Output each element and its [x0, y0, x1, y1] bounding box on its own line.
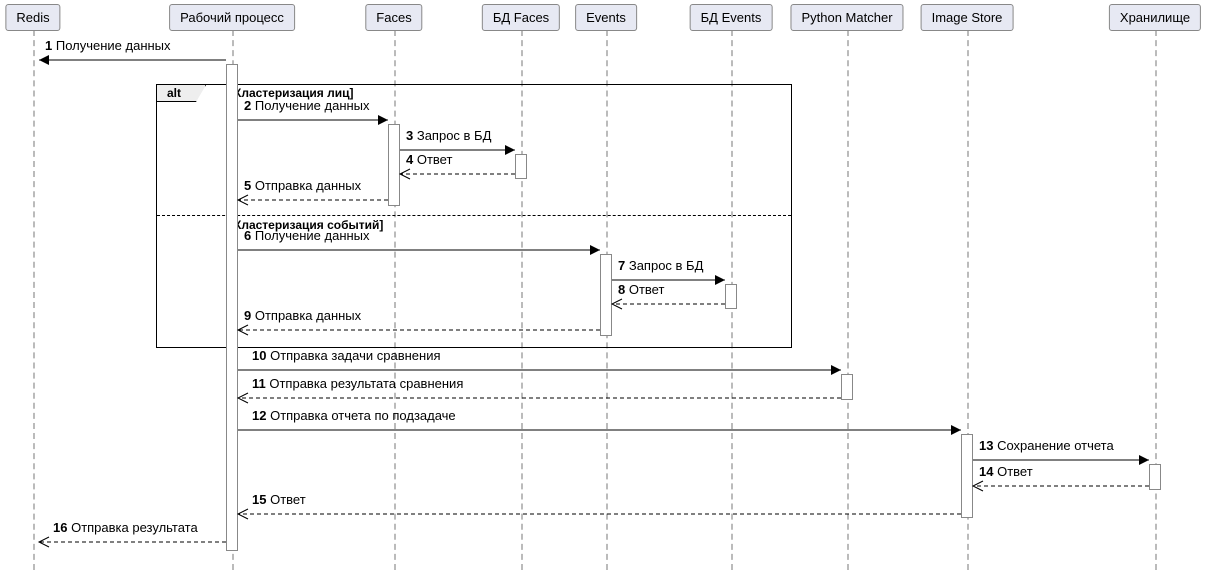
activation-dbevents [725, 284, 737, 309]
message-9: 9 Отправка данных [238, 324, 600, 340]
message-12: 12 Отправка отчета по подзадаче [238, 424, 961, 440]
participant-redis: Redis [5, 4, 60, 31]
message-label: 9 Отправка данных [244, 308, 361, 323]
message-4: 4 Ответ [400, 168, 515, 184]
message-label: 7 Запрос в БД [618, 258, 703, 273]
message-label: 10 Отправка задачи сравнения [252, 348, 441, 363]
message-text: Ответ [993, 464, 1032, 479]
activation-dbfaces [515, 154, 527, 179]
message-label: 1 Получение данных [45, 38, 171, 53]
participant-label: Faces [376, 10, 411, 25]
participant-worker: Рабочий процесс [169, 4, 295, 31]
message-text: Ответ [413, 152, 452, 167]
participant-label: Image Store [932, 10, 1003, 25]
message-6: 6 Получение данных [238, 244, 600, 260]
message-5: 5 Отправка данных [238, 194, 388, 210]
activation-imgstore [961, 434, 973, 518]
message-text: Запрос в БД [413, 128, 491, 143]
message-label: 16 Отправка результата [53, 520, 198, 535]
participant-label: БД Faces [493, 10, 549, 25]
message-text: Отправка данных [251, 178, 361, 193]
participant-label: БД Events [701, 10, 762, 25]
message-text: Отправка отчета по подзадаче [266, 408, 455, 423]
activation-events [600, 254, 612, 336]
activation-worker [226, 64, 238, 551]
message-number: 16 [53, 520, 67, 535]
message-number: 14 [979, 464, 993, 479]
alt-separator [157, 215, 791, 216]
message-16: 16 Отправка результата [39, 536, 226, 552]
message-number: 13 [979, 438, 993, 453]
message-text: Ответ [625, 282, 664, 297]
message-11: 11 Отправка результата сравнения [238, 392, 841, 408]
message-number: 12 [252, 408, 266, 423]
participant-faces: Faces [365, 4, 422, 31]
message-text: Получение данных [251, 98, 369, 113]
message-1: 1 Получение данных [39, 54, 226, 70]
activation-storage [1149, 464, 1161, 490]
message-text: Отправка результата [67, 520, 197, 535]
message-number: 15 [252, 492, 266, 507]
message-label: 6 Получение данных [244, 228, 370, 243]
lifeline-matcher [847, 30, 849, 570]
participant-storage: Хранилище [1109, 4, 1201, 31]
participant-events: Events [575, 4, 637, 31]
participant-label: Python Matcher [801, 10, 892, 25]
message-label: 12 Отправка отчета по подзадаче [252, 408, 456, 423]
message-text: Отправка данных [251, 308, 361, 323]
message-label: 2 Получение данных [244, 98, 370, 113]
message-15: 15 Ответ [238, 508, 961, 524]
message-8: 8 Ответ [612, 298, 725, 314]
participant-imgstore: Image Store [921, 4, 1014, 31]
participant-dbevents: БД Events [690, 4, 773, 31]
message-text: Получение данных [251, 228, 369, 243]
message-text: Получение данных [52, 38, 170, 53]
message-text: Сохранение отчета [993, 438, 1113, 453]
message-label: 4 Ответ [406, 152, 452, 167]
sequence-diagram: Redis Рабочий процесс Faces БД Faces Events Б… [0, 0, 1209, 574]
message-text: Отправка задачи сравнения [266, 348, 440, 363]
activation-faces [388, 124, 400, 206]
participant-label: Хранилище [1120, 10, 1190, 25]
message-label: 8 Ответ [618, 282, 664, 297]
participant-matcher: Python Matcher [790, 4, 903, 31]
message-label: 15 Ответ [252, 492, 306, 507]
message-text: Запрос в БД [625, 258, 703, 273]
participant-label: Redis [16, 10, 49, 25]
lifeline-redis [33, 30, 35, 570]
participant-dbfaces: БД Faces [482, 4, 560, 31]
message-number: 11 [252, 376, 266, 391]
message-14: 14 Ответ [973, 480, 1149, 496]
message-label: 11 Отправка результата сравнения [252, 376, 463, 391]
message-number: 10 [252, 348, 266, 363]
participant-label: Рабочий процесс [180, 10, 284, 25]
participant-label: Events [586, 10, 626, 25]
message-label: 5 Отправка данных [244, 178, 361, 193]
message-label: 14 Ответ [979, 464, 1033, 479]
message-2: 2 Получение данных [238, 114, 388, 130]
message-text: Отправка результата сравнения [266, 376, 464, 391]
message-label: 3 Запрос в БД [406, 128, 491, 143]
activation-matcher [841, 374, 853, 400]
message-label: 13 Сохранение отчета [979, 438, 1114, 453]
message-text: Ответ [266, 492, 305, 507]
alt-label: alt [157, 85, 206, 102]
